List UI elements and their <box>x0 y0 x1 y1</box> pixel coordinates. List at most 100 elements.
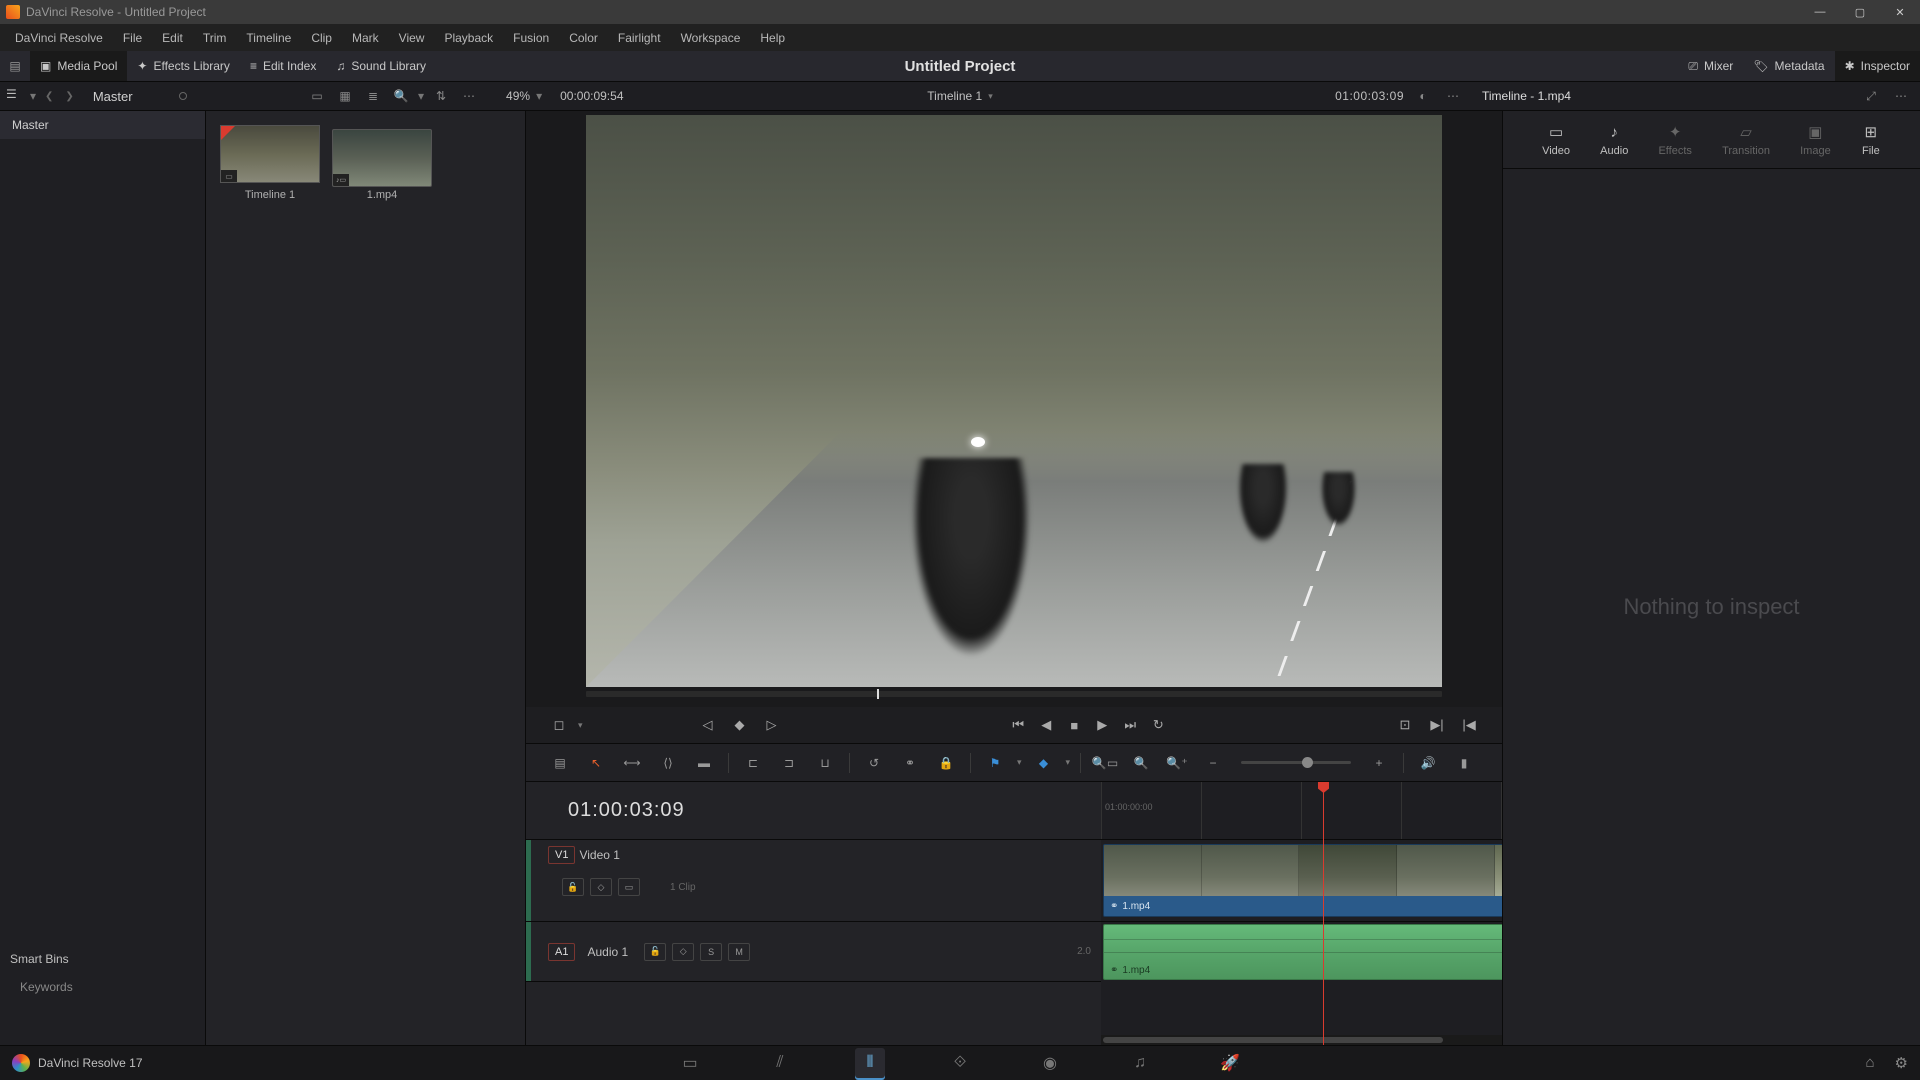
auto-select-icon[interactable]: ◇ <box>672 943 694 961</box>
track-badge-a1[interactable]: A1 <box>548 943 575 961</box>
track-header-v1[interactable]: V1 Video 1 🔓 ◇ ▭ 1 Clip <box>526 840 1101 922</box>
page-fusion-button[interactable]: ⟐ <box>945 1048 975 1078</box>
loop-button[interactable]: ↻ <box>1145 712 1171 738</box>
sound-library-button[interactable]: ♫ Sound Library <box>326 51 436 81</box>
keyframe-icon[interactable]: ◆ <box>727 712 753 738</box>
menu-edit[interactable]: Edit <box>153 28 192 48</box>
dynamic-trim-icon[interactable]: ⟨⟩ <box>654 749 682 777</box>
window-close-button[interactable]: ✕ <box>1880 0 1920 24</box>
in-out-icon[interactable]: ◻ <box>546 712 572 738</box>
inspector-button[interactable]: ✱ Inspector <box>1835 51 1920 81</box>
timeline-view-options-icon[interactable]: ▤ <box>546 749 574 777</box>
inspector-options-icon[interactable]: ⋯ <box>1890 85 1912 107</box>
thumb-view-icon[interactable]: ▦ <box>334 85 356 107</box>
zoom-out-button[interactable]: − <box>1199 749 1227 777</box>
chevron-down-icon[interactable]: ▾ <box>1017 757 1022 768</box>
match-frame-icon[interactable]: ⊡ <box>1392 712 1418 738</box>
marker-icon[interactable]: ◆ <box>1030 749 1058 777</box>
mute-icon[interactable]: M <box>728 943 750 961</box>
page-deliver-button[interactable]: 🚀 <box>1215 1048 1245 1078</box>
auto-select-icon[interactable]: ◇ <box>590 878 612 896</box>
monitor-audio-icon[interactable]: 🔊 <box>1414 749 1442 777</box>
inspector-tab-video[interactable]: ▭Video <box>1542 122 1570 157</box>
menu-color[interactable]: Color <box>560 28 607 48</box>
solo-icon[interactable]: S <box>700 943 722 961</box>
step-back-button[interactable]: ◀ <box>1033 712 1059 738</box>
smart-bin-keywords[interactable]: Keywords <box>0 974 205 1000</box>
track-header-a1[interactable]: A1 Audio 1 🔓 ◇ S M 2.0 <box>526 922 1101 982</box>
menu-workspace[interactable]: Workspace <box>672 28 750 48</box>
mixer-button[interactable]: ⎚ Mixer <box>1678 51 1743 81</box>
menu-file[interactable]: File <box>114 28 151 48</box>
replace-clip-icon[interactable]: ⊔ <box>811 749 839 777</box>
page-edit-button[interactable]: ⫴ <box>855 1048 885 1078</box>
timeline-name-dropdown[interactable]: Timeline 1 ▾ <box>927 89 992 103</box>
go-start-button[interactable]: ⏮ <box>1005 712 1031 738</box>
page-media-button[interactable]: ▭ <box>675 1048 705 1078</box>
menu-clip[interactable]: Clip <box>302 28 341 48</box>
playhead[interactable] <box>1323 782 1324 1045</box>
chevron-down-icon[interactable]: ▾ <box>536 89 542 103</box>
nav-fwd-icon[interactable]: ❯ <box>62 91 76 102</box>
link-icon[interactable]: ⚭ <box>896 749 924 777</box>
bin-path-label[interactable]: Master <box>93 89 133 104</box>
chevron-down-icon[interactable]: ▾ <box>30 89 36 103</box>
inspector-tab-file[interactable]: ⊞File <box>1861 122 1881 157</box>
options-icon[interactable]: ⋯ <box>458 85 480 107</box>
timeline-tracks[interactable]: 01:00:00:00 01:00:06:00 ⚭1.mp4 ⚭1.mp4 <box>1101 782 1502 1045</box>
chevron-down-icon[interactable]: ▾ <box>578 720 583 731</box>
window-maximize-button[interactable]: ▢ <box>1840 0 1880 24</box>
media-pool-panel[interactable]: ▭ Timeline 1 ♪▭ 1.mp4 <box>206 111 526 1045</box>
blade-tool-icon[interactable]: ▬ <box>690 749 718 777</box>
menu-mark[interactable]: Mark <box>343 28 388 48</box>
selection-tool-icon[interactable]: ↖ <box>582 749 610 777</box>
media-item-timeline[interactable]: ▭ Timeline 1 <box>220 125 320 201</box>
bypass-icon[interactable]: ◐ <box>1412 85 1434 107</box>
nav-back-icon[interactable]: ❮ <box>42 91 56 102</box>
search-icon[interactable]: 🔍 <box>390 85 412 107</box>
menu-timeline[interactable]: Timeline <box>237 28 300 48</box>
custom-zoom-icon[interactable]: 🔍⁺ <box>1163 749 1191 777</box>
next-edit-icon[interactable]: ▶| <box>1424 712 1450 738</box>
layout-icon[interactable]: ▤ <box>0 51 30 81</box>
chevron-down-icon[interactable]: ▾ <box>418 89 424 103</box>
timeline-scrollbar[interactable] <box>1101 1035 1502 1045</box>
page-color-button[interactable]: ◉ <box>1035 1048 1065 1078</box>
menu-fusion[interactable]: Fusion <box>504 28 558 48</box>
viewer-scrubber[interactable] <box>526 689 1502 707</box>
insert-clip-icon[interactable]: ⊏ <box>739 749 767 777</box>
menu-help[interactable]: Help <box>751 28 794 48</box>
list-view-icon[interactable]: ≣ <box>362 85 384 107</box>
menu-view[interactable]: View <box>390 28 434 48</box>
media-pool-button[interactable]: ▣ Media Pool <box>30 51 127 81</box>
track-lock-icon[interactable]: 🔓 <box>562 878 584 896</box>
retime-icon[interactable]: ↺ <box>860 749 888 777</box>
viewer[interactable] <box>526 111 1502 689</box>
sort-icon[interactable]: ⇅ <box>430 85 452 107</box>
viewer-zoom[interactable]: 49% <box>506 89 530 103</box>
track-badge-v1[interactable]: V1 <box>548 846 575 864</box>
zoom-slider[interactable] <box>1241 761 1351 764</box>
bin-list-icon[interactable]: ☰ <box>6 87 24 105</box>
trim-tool-icon[interactable]: ⟷ <box>618 749 646 777</box>
project-settings-button[interactable]: ⚙ <box>1895 1054 1908 1072</box>
menu-trim[interactable]: Trim <box>194 28 236 48</box>
page-cut-button[interactable]: ⫽ <box>765 1048 795 1078</box>
zoom-to-fit-icon[interactable]: 🔍▭ <box>1091 749 1119 777</box>
zoom-in-button[interactable]: + <box>1365 749 1393 777</box>
next-keyframe-icon[interactable]: ▷ <box>759 712 785 738</box>
track-lock-icon[interactable]: 🔓 <box>644 943 666 961</box>
position-lock-icon[interactable]: 🔒 <box>932 749 960 777</box>
video-clip[interactable]: ⚭1.mp4 <box>1103 844 1502 917</box>
prev-keyframe-icon[interactable]: ◁ <box>695 712 721 738</box>
go-end-button[interactable]: ⏭ <box>1117 712 1143 738</box>
window-minimize-button[interactable]: ― <box>1800 0 1840 24</box>
prev-edit-icon[interactable]: |◀ <box>1456 712 1482 738</box>
media-item-clip[interactable]: ♪▭ 1.mp4 <box>332 125 432 201</box>
timeline-ruler[interactable]: 01:00:00:00 01:00:06:00 <box>1101 782 1502 840</box>
chevron-down-icon[interactable]: ▾ <box>1066 757 1071 768</box>
inspector-tab-transition[interactable]: ▱Transition <box>1722 122 1770 157</box>
overwrite-clip-icon[interactable]: ⊐ <box>775 749 803 777</box>
metadata-view-icon[interactable]: ▭ <box>306 85 328 107</box>
menu-playback[interactable]: Playback <box>435 28 502 48</box>
